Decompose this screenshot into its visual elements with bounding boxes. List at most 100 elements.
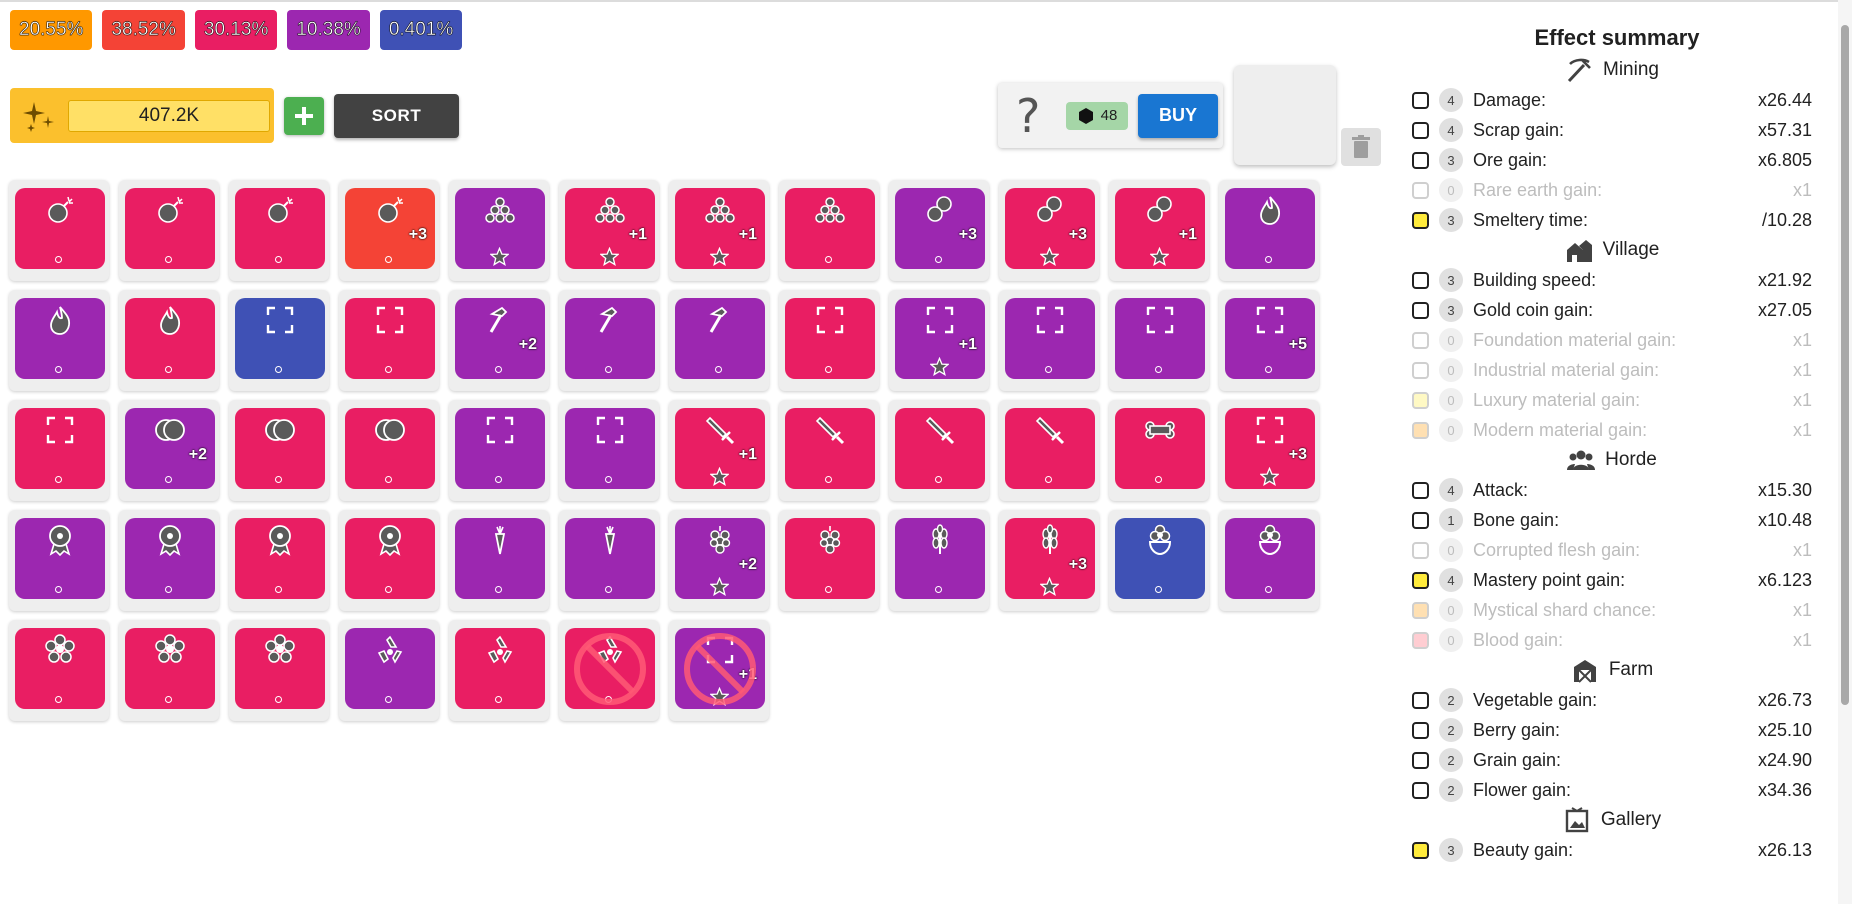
card-slot[interactable]: [9, 400, 109, 501]
card-slot[interactable]: +1: [559, 180, 659, 281]
card-slot[interactable]: [669, 290, 769, 391]
card-slot[interactable]: [889, 510, 989, 611]
card-medal[interactable]: [235, 518, 325, 599]
card-slot[interactable]: [449, 180, 549, 281]
card-sword[interactable]: [1005, 408, 1095, 489]
card-expand[interactable]: [235, 298, 325, 379]
card-expand[interactable]: [1005, 298, 1095, 379]
card-recycle[interactable]: [345, 628, 435, 709]
card-slot[interactable]: [1109, 510, 1209, 611]
effect-checkbox[interactable]: [1412, 121, 1429, 139]
effect-checkbox[interactable]: [1412, 691, 1429, 709]
card-slot[interactable]: [339, 290, 439, 391]
card-medal[interactable]: [15, 518, 105, 599]
card-recycle[interactable]: [565, 628, 655, 709]
card-flower[interactable]: [1225, 518, 1315, 599]
card-slot[interactable]: [119, 180, 219, 281]
card-slot[interactable]: +2: [119, 400, 219, 501]
card-expand[interactable]: +1: [895, 298, 985, 379]
card-slot[interactable]: +2: [449, 290, 549, 391]
card-slot[interactable]: +1: [669, 620, 769, 721]
card-slot[interactable]: +3: [999, 510, 1099, 611]
effect-checkbox[interactable]: [1412, 571, 1429, 589]
card-expand[interactable]: [565, 408, 655, 489]
card-slot[interactable]: [229, 290, 329, 391]
effect-checkbox[interactable]: [1412, 391, 1429, 409]
card-slot[interactable]: [9, 510, 109, 611]
card-slot[interactable]: [339, 400, 439, 501]
card-slot[interactable]: [449, 620, 549, 721]
card-slot[interactable]: +5: [1219, 290, 1319, 391]
card-slot[interactable]: [779, 180, 879, 281]
card-bomb[interactable]: [125, 188, 215, 269]
card-expand[interactable]: +3: [1225, 408, 1315, 489]
card-expand[interactable]: [345, 298, 435, 379]
card-scrap[interactable]: +3: [1005, 188, 1095, 269]
card-ore-pile[interactable]: +1: [675, 188, 765, 269]
effect-checkbox[interactable]: [1412, 421, 1429, 439]
card-ore-pile[interactable]: [785, 188, 875, 269]
card-slot[interactable]: [559, 290, 659, 391]
card-slot[interactable]: +3: [339, 180, 439, 281]
card-slot[interactable]: [889, 400, 989, 501]
card-expand[interactable]: [15, 408, 105, 489]
effect-checkbox[interactable]: [1412, 841, 1429, 859]
card-bomb[interactable]: [15, 188, 105, 269]
card-expand[interactable]: +5: [1225, 298, 1315, 379]
effect-checkbox[interactable]: [1412, 91, 1429, 109]
card-slot[interactable]: +1: [669, 180, 769, 281]
card-slot[interactable]: [449, 510, 549, 611]
card-scrap[interactable]: +1: [1115, 188, 1205, 269]
card-drop-slot[interactable]: [1234, 65, 1336, 165]
card-slot[interactable]: [339, 620, 439, 721]
card-medal[interactable]: [125, 518, 215, 599]
card-blossom[interactable]: [125, 628, 215, 709]
card-slot[interactable]: +2: [669, 510, 769, 611]
add-button[interactable]: [284, 97, 324, 135]
card-bomb[interactable]: [235, 188, 325, 269]
effect-checkbox[interactable]: [1412, 271, 1429, 289]
card-bomb[interactable]: +3: [345, 188, 435, 269]
card-slot[interactable]: [999, 290, 1099, 391]
card-slot[interactable]: [9, 620, 109, 721]
card-blossom[interactable]: [235, 628, 325, 709]
sort-button[interactable]: SORT: [334, 94, 459, 138]
scrollbar[interactable]: [1838, 0, 1852, 904]
card-expand[interactable]: [785, 298, 875, 379]
card-recycle[interactable]: [455, 628, 545, 709]
effect-checkbox[interactable]: [1412, 151, 1429, 169]
card-grapes[interactable]: +2: [675, 518, 765, 599]
card-slot[interactable]: [119, 290, 219, 391]
card-ore-pile[interactable]: +1: [565, 188, 655, 269]
effect-checkbox[interactable]: [1412, 211, 1429, 229]
effect-checkbox[interactable]: [1412, 181, 1429, 199]
card-slot[interactable]: +3: [999, 180, 1099, 281]
card-coins[interactable]: [235, 408, 325, 489]
card-scrap[interactable]: +3: [895, 188, 985, 269]
card-slot[interactable]: +1: [889, 290, 989, 391]
card-slot[interactable]: [229, 510, 329, 611]
card-slot[interactable]: [119, 510, 219, 611]
card-slot[interactable]: [779, 290, 879, 391]
effect-checkbox[interactable]: [1412, 631, 1429, 649]
card-slot[interactable]: +3: [889, 180, 989, 281]
card-slot[interactable]: [999, 400, 1099, 501]
card-carrot[interactable]: [455, 518, 545, 599]
help-icon[interactable]: ?: [1016, 89, 1052, 143]
card-grain[interactable]: [895, 518, 985, 599]
card-coins[interactable]: [345, 408, 435, 489]
card-slot[interactable]: [339, 510, 439, 611]
effect-checkbox[interactable]: [1412, 781, 1429, 799]
card-slot[interactable]: [9, 290, 109, 391]
card-sword[interactable]: +1: [675, 408, 765, 489]
card-slot[interactable]: [449, 400, 549, 501]
effect-checkbox[interactable]: [1412, 481, 1429, 499]
card-slot[interactable]: [1109, 290, 1209, 391]
effect-checkbox[interactable]: [1412, 361, 1429, 379]
card-slot[interactable]: [1109, 400, 1209, 501]
card-slot[interactable]: +1: [669, 400, 769, 501]
card-slot[interactable]: [779, 510, 879, 611]
scrollbar-thumb[interactable]: [1841, 25, 1849, 705]
trash-button[interactable]: [1341, 128, 1381, 166]
card-grapes[interactable]: [785, 518, 875, 599]
